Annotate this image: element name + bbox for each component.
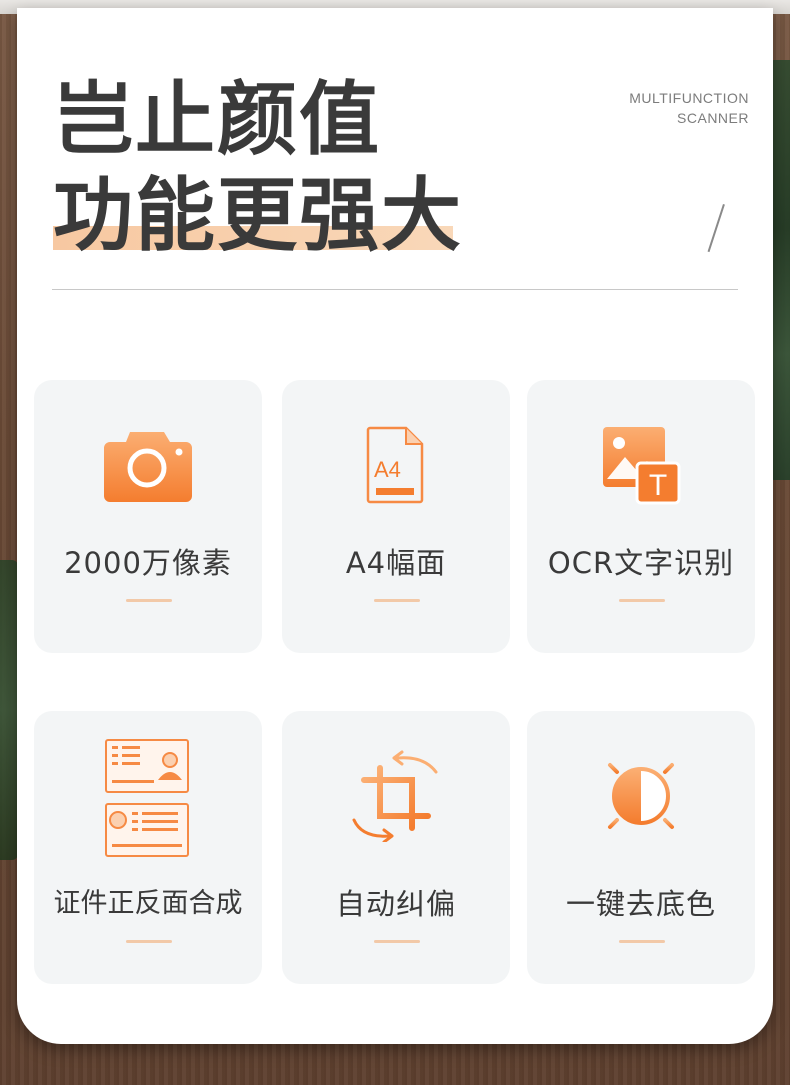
feature-label: 一键去底色 [565, 887, 716, 921]
brightness-contrast-icon [595, 750, 687, 842]
subtitle-line2: SCANNER [677, 110, 749, 126]
feature-label: 2000万像素 [64, 546, 232, 580]
decorative-slash [707, 204, 725, 253]
id-card-front-back-icon [105, 739, 189, 857]
feature-underline [374, 599, 420, 602]
subtitle: MULTIFUNCTION SCANNER [629, 88, 749, 128]
feature-label: A4幅面 [345, 546, 447, 580]
feature-card-a4: A4 A4幅面 [282, 380, 510, 653]
feature-card-id: 证件正反面合成 [34, 711, 262, 984]
subtitle-line1: MULTIFUNCTION [629, 90, 749, 106]
feature-card-ocr: T OCR文字识别 [527, 380, 755, 653]
feature-label: 自动纠偏 [335, 887, 456, 921]
feature-card-pixels: 2000万像素 [34, 380, 262, 653]
crop-rotate-icon [352, 750, 438, 842]
camera-icon [104, 432, 192, 502]
feature-label: OCR文字识别 [547, 546, 735, 580]
feature-underline [126, 940, 172, 943]
section-divider [52, 289, 738, 290]
a4-icon-text: A4 [374, 457, 401, 482]
feature-card-deskew: 自动纠偏 [282, 711, 510, 984]
feature-underline [126, 599, 172, 602]
ocr-image-text-icon: T [603, 427, 681, 505]
feature-underline [619, 599, 665, 602]
a4-document-icon: A4 [366, 426, 424, 504]
feature-label: 证件正反面合成 [53, 888, 243, 919]
feature-card-background-removal: 一键去底色 [527, 711, 755, 984]
hero-title-line2: 功能更强大 [53, 169, 463, 262]
feature-underline [374, 940, 420, 943]
plant-decoration-left [0, 560, 18, 860]
hero-title-line1: 岂止颜值 [53, 73, 381, 166]
content-card: 岂止颜值 功能更强大 MULTIFUNCTION SCANNER 2000万像素 [17, 8, 773, 1044]
ocr-icon-text: T [649, 469, 667, 502]
feature-underline [619, 940, 665, 943]
